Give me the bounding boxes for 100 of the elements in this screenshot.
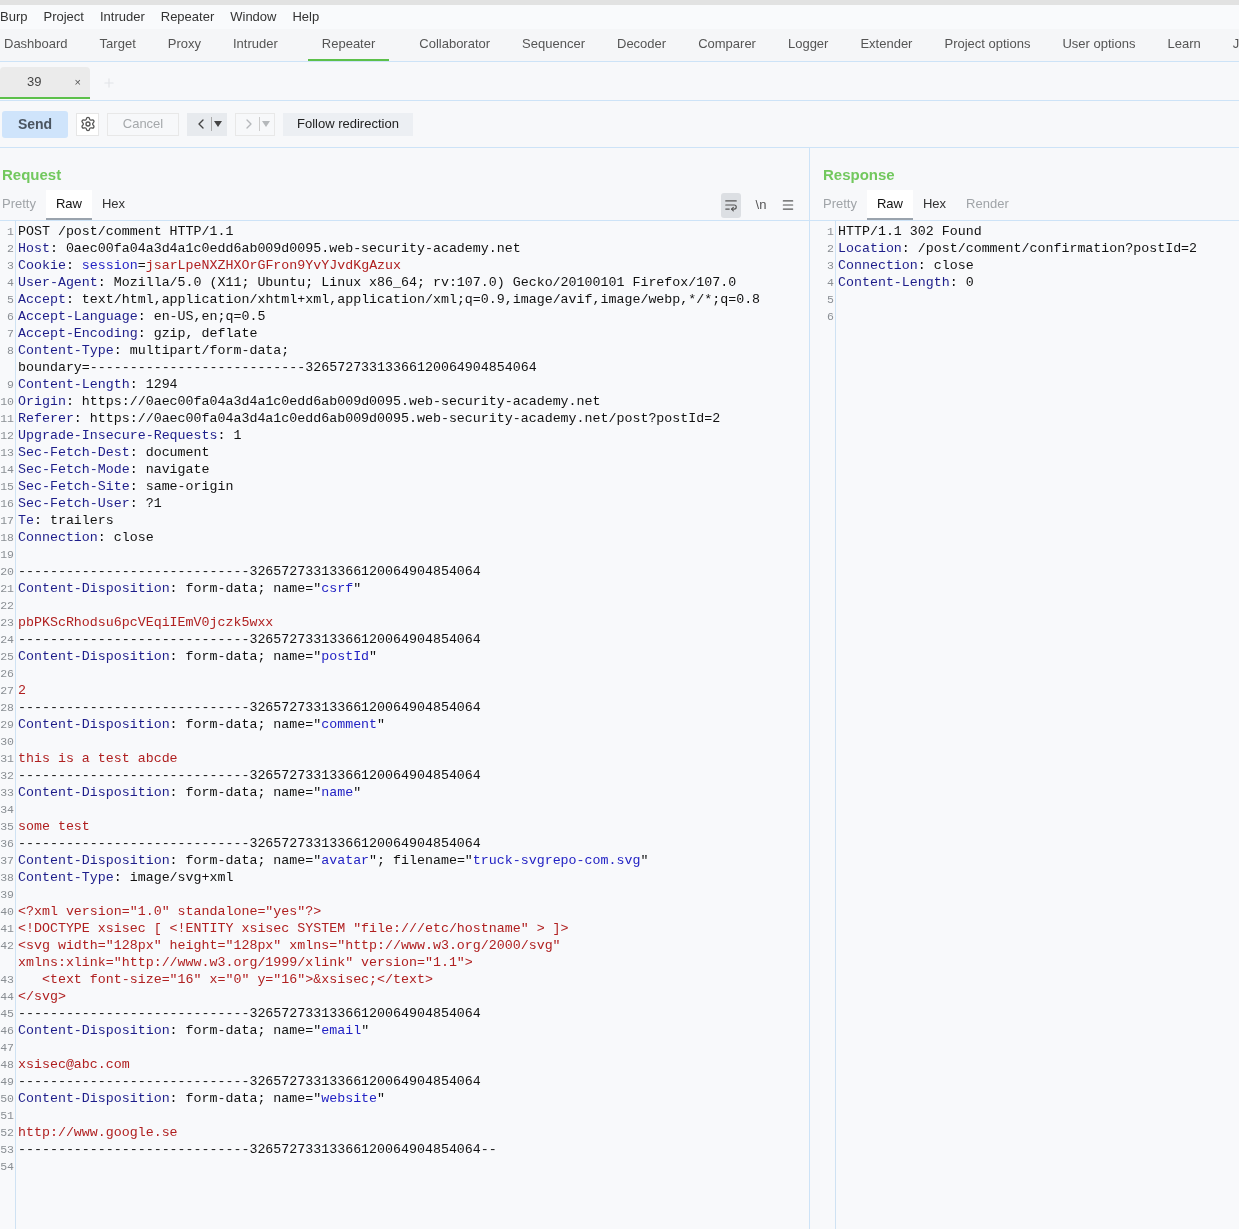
main-tab[interactable]: Intruder	[231, 29, 280, 61]
code-line: Origin: https://0aec00fa04a3d4a1c0edd6ab009d0095.web-security-academy.net	[18, 394, 601, 409]
code-line: HTTP/1.1 302 Found	[838, 224, 982, 239]
code-line: Sec-Fetch-Site: same-origin	[18, 479, 234, 494]
code-line: Content-Disposition: form-data; name="postId"	[18, 649, 378, 664]
line-number: 31	[0, 752, 14, 765]
line-number: 23	[0, 616, 14, 629]
follow-redirection-button[interactable]: Follow redirection	[283, 112, 413, 136]
newline-toggle[interactable]: \n	[751, 195, 771, 215]
main-tab[interactable]: Learn	[1165, 29, 1203, 61]
code-line: -----------------------------32657273313366120064904854064	[18, 564, 481, 579]
code-line: <text font-size="16" x="0" y="16">&xsisec;</text>	[40, 972, 433, 987]
line-number: 41	[0, 922, 14, 935]
line-number: 3	[827, 259, 834, 272]
menu-item[interactable]: Help	[292, 7, 320, 27]
main-tab[interactable]: Target	[97, 29, 138, 61]
code-line: Content-Disposition: form-data; name="name"	[18, 785, 362, 800]
line-number: 33	[0, 786, 14, 799]
code-line: Sec-Fetch-User: ?1	[18, 496, 162, 511]
line-number: 19	[0, 548, 14, 561]
line-number: 43	[0, 973, 14, 986]
code-line: -----------------------------32657273313366120064904854064	[18, 768, 481, 783]
main-tab[interactable]: Sequencer	[520, 29, 587, 61]
line-number: 42	[0, 939, 14, 952]
code-line: Content-Type: multipart/form-data;	[18, 343, 290, 358]
panel-title: Response	[823, 164, 895, 185]
line-number: 49	[0, 1075, 14, 1088]
code-line: 2	[18, 683, 26, 698]
main-tab[interactable]: Comparer	[696, 29, 758, 61]
code-line: Upgrade-Insecure-Requests: 1	[18, 428, 242, 443]
line-number: 25	[0, 650, 14, 663]
main-tab[interactable]: Decoder	[615, 29, 669, 61]
line-number: 32	[0, 769, 14, 782]
main-tab[interactable]: Dashboard	[2, 29, 70, 61]
line-number: 34	[0, 803, 14, 816]
line-number: 15	[0, 480, 14, 493]
line-number: 36	[0, 837, 14, 850]
code-line: -----------------------------32657273313366120064904854064	[18, 632, 481, 647]
menu-icon[interactable]	[781, 198, 795, 212]
code-line: -----------------------------32657273313366120064904854064--	[18, 1142, 497, 1157]
line-number: 21	[0, 582, 14, 595]
main-tab[interactable]: J	[1230, 29, 1239, 61]
code-line: Accept: text/html,application/xhtml+xml,application/xml;q=0.9,image/avif,image/webp,*/*;q=0.8	[18, 292, 761, 307]
main-tab[interactable]: Proxy	[165, 29, 203, 61]
main-tab[interactable]: Extender	[858, 29, 915, 61]
close-button[interactable]: ×	[74, 73, 81, 91]
line-number: 38	[0, 871, 14, 884]
main-tab[interactable]: Collaborator	[417, 29, 493, 61]
line-number: 9	[7, 378, 14, 391]
code-line: </svg>	[18, 989, 66, 1004]
view-tab[interactable]: Raw	[866, 190, 913, 220]
code-line: Content-Length: 0	[838, 275, 974, 290]
main-tab[interactable]: Repeater	[307, 29, 390, 61]
code-line: Sec-Fetch-Dest: document	[18, 445, 210, 460]
line-number: 27	[0, 684, 14, 697]
line-number: 54	[0, 1160, 14, 1173]
menu-item[interactable]: Project	[43, 7, 84, 27]
code-line: xsisec@abc.com	[18, 1057, 130, 1072]
request-tab[interactable]: 39 ×	[0, 67, 90, 99]
settings-icon[interactable]	[76, 112, 99, 136]
send-button[interactable]: Send	[2, 110, 68, 138]
code-line: Content-Disposition: form-data; name="comment"	[18, 717, 386, 732]
line-number: 52	[0, 1126, 14, 1139]
line-number: 2	[7, 242, 14, 255]
back-button[interactable]	[187, 112, 227, 136]
line-number: 24	[0, 633, 14, 646]
view-tab[interactable]: Hex	[913, 190, 957, 220]
code-line: Referer: https://0aec00fa04a3d4a1c0edd6ab009d0095.web-security-academy.net/post?postId=2	[18, 411, 721, 426]
menu-item[interactable]: Intruder	[99, 7, 145, 27]
line-number: 1	[7, 225, 14, 238]
line-number: 29	[0, 718, 14, 731]
main-tab[interactable]: Logger	[785, 29, 831, 61]
line-number: 44	[0, 990, 14, 1003]
line-number: 5	[7, 293, 14, 306]
code-line: Te: trailers	[18, 513, 114, 528]
wrap-text-icon[interactable]	[721, 192, 741, 218]
line-number: 4	[7, 276, 14, 289]
code-line: Connection: close	[838, 258, 974, 273]
code-line: some test	[18, 819, 90, 834]
code-line: Content-Disposition: form-data; name="avatar"; filename="truck-svgrepo-com.svg"	[18, 853, 649, 868]
line-number: 50	[0, 1092, 14, 1105]
code-line: http://www.google.se	[18, 1125, 178, 1140]
code-line: <?xml version="1.0" standalone="yes"?>	[18, 904, 322, 919]
code-line: <svg width="128px" height="128px" xmlns="http://www.w3.org/2000/svg"	[18, 938, 561, 953]
code-line: Cookie: session=jsarLpeNXZHXOrGFron9YvYJvdKgAzux	[18, 258, 402, 273]
code-line: Content-Type: image/svg+xml	[18, 870, 234, 885]
line-number: 14	[0, 463, 14, 476]
main-tab[interactable]: User options	[1060, 29, 1138, 61]
main-tab[interactable]: Project options	[942, 29, 1033, 61]
menu-item[interactable]: Burp	[0, 7, 28, 27]
menu-item[interactable]: Repeater	[160, 7, 215, 27]
line-number: 4	[827, 276, 834, 289]
code-line: Content-Disposition: form-data; name="csrf"	[18, 581, 362, 596]
code-line: POST /post/comment HTTP/1.1	[18, 224, 234, 239]
line-number: 8	[7, 344, 14, 357]
menu-item[interactable]: Window	[230, 7, 277, 27]
view-tab[interactable]: Hex	[92, 190, 136, 220]
line-number: 26	[0, 667, 14, 680]
view-tab[interactable]: Raw	[45, 190, 92, 220]
line-number: 2	[827, 242, 834, 255]
